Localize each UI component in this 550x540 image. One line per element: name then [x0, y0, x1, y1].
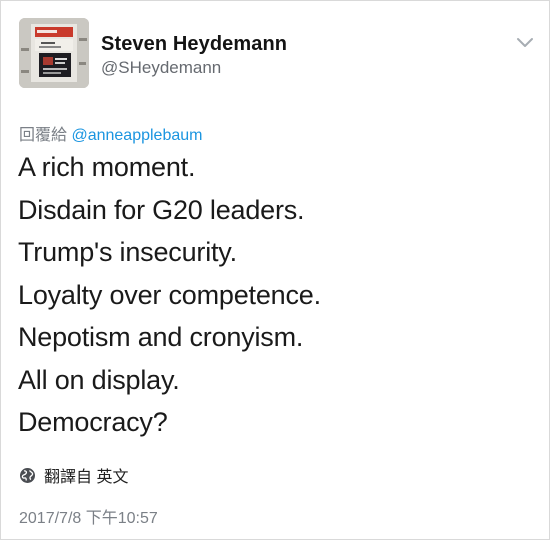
translate-label: 翻譯自 英文: [44, 469, 129, 486]
avatar[interactable]: [19, 18, 89, 88]
reply-to-line: 回覆給 @anneapplebaum: [19, 121, 202, 145]
chevron-down-icon[interactable]: [513, 35, 537, 51]
tweet-line: Loyalty over competence.: [18, 279, 321, 310]
avatar-image: [19, 18, 89, 88]
tweet-text: A rich moment. Disdain for G20 leaders. …: [18, 146, 538, 444]
tweet-line: Democracy?: [18, 407, 168, 437]
tweet-line: Nepotism and cronyism.: [18, 322, 304, 352]
tweet-card: Steven Heydemann @SHeydemann 回覆給 @anneap…: [0, 0, 550, 540]
tweet-line: A rich moment.: [18, 152, 196, 182]
tweet-timestamp[interactable]: 2017/7/8 下午10:57: [19, 504, 158, 528]
tweet-line: All on display.: [18, 364, 180, 395]
user-handle[interactable]: @SHeydemann: [101, 58, 221, 78]
mention-link[interactable]: @anneapplebaum: [71, 127, 202, 144]
display-name[interactable]: Steven Heydemann: [101, 33, 287, 56]
translate-button[interactable]: 翻譯自 英文: [19, 464, 128, 486]
globe-icon: [19, 467, 36, 484]
tweet-line: Disdain for G20 leaders.: [18, 194, 305, 225]
tweet-line: Trump's insecurity.: [18, 237, 237, 267]
reply-prefix: 回覆給: [19, 127, 68, 144]
